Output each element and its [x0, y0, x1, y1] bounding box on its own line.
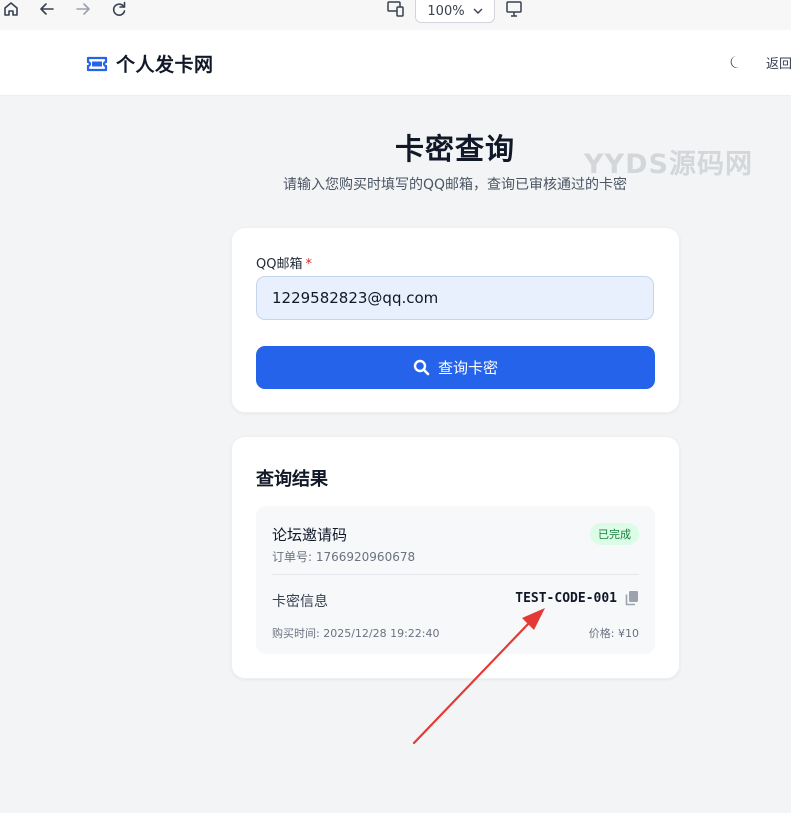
email-label-text: QQ邮箱	[256, 257, 303, 272]
browser-toolbar: 100%	[0, 0, 791, 31]
email-field[interactable]	[256, 276, 654, 320]
result-title: 查询结果	[256, 469, 328, 490]
ticket-icon	[86, 56, 108, 71]
required-mark: *	[305, 257, 312, 272]
order-number: 订单号: 1766920960678	[272, 550, 416, 564]
email-label: QQ邮箱 *	[256, 253, 312, 272]
site-header: 个人发卡网 返回	[0, 30, 791, 96]
zoom-selector[interactable]: 100%	[415, 0, 495, 23]
card-code[interactable]: TEST-CODE-001	[515, 591, 617, 606]
status-badge: 已完成	[590, 523, 639, 545]
price: 价格: ¥10	[588, 627, 639, 640]
copy-icon[interactable]	[625, 590, 639, 610]
back-link[interactable]: 返回	[766, 53, 791, 72]
query-button[interactable]: 查询卡密	[256, 346, 655, 389]
chevron-down-icon	[473, 8, 483, 14]
device-toggle-icon[interactable]	[386, 0, 410, 20]
result-card: 查询结果 论坛邀请码 订单号: 1766920960678 已完成 卡密信息 T…	[231, 436, 680, 679]
screen-icon[interactable]	[505, 0, 529, 20]
moon-icon[interactable]	[728, 54, 744, 74]
purchase-time: 购买时间: 2025/12/28 19:22:40	[272, 627, 440, 640]
forward-arrow-icon[interactable]	[74, 0, 98, 20]
query-form-card: QQ邮箱* 查询卡密	[231, 227, 680, 413]
query-button-label: 查询卡密	[437, 359, 498, 377]
card-info-label: 卡密信息	[272, 594, 328, 610]
watermark: YYDS源码网	[584, 149, 753, 180]
zoom-level: 100%	[427, 3, 465, 19]
result-item: 论坛邀请码 订单号: 1766920960678 已完成 卡密信息 TEST-C…	[256, 506, 655, 654]
product-name: 论坛邀请码	[272, 526, 348, 544]
home-icon[interactable]	[2, 0, 26, 20]
search-icon	[413, 359, 430, 376]
refresh-icon[interactable]	[110, 0, 134, 20]
divider	[272, 574, 639, 575]
back-arrow-icon[interactable]	[38, 0, 62, 20]
brand[interactable]: 个人发卡网	[86, 50, 214, 77]
brand-title: 个人发卡网	[116, 54, 214, 76]
